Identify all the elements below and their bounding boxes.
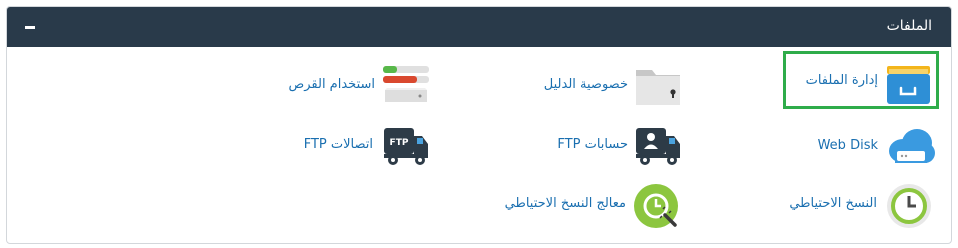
web-disk-label: Web Disk [817, 138, 878, 153]
ftp-accounts-link[interactable]: حسابات FTP [550, 124, 695, 170]
directory-privacy-label: خصوصية الدليل [543, 77, 628, 92]
backup-wizard-icon [632, 183, 680, 229]
ftp-connections-label: اتصالات FTP [303, 137, 373, 152]
ftp-accounts-label: حسابات FTP [557, 137, 628, 152]
backup-icon [885, 183, 933, 229]
minus-icon [25, 26, 35, 29]
file-manager-link[interactable]: إدارة الملفات [790, 60, 935, 106]
directory-privacy-link[interactable]: خصوصية الدليل [530, 64, 695, 110]
ftp-connections-link[interactable]: FTP اتصالات FTP [296, 124, 436, 170]
panel-header: الملفات [7, 7, 951, 47]
ftp-connections-icon: FTP [382, 124, 430, 170]
backup-link[interactable]: النسخ الاحتياطي [779, 183, 939, 229]
disk-usage-label: استخدام القرص [288, 77, 375, 92]
web-disk-link[interactable]: Web Disk [815, 125, 940, 171]
disk-usage-link[interactable]: استخدام القرص [278, 64, 433, 110]
disk-usage-icon [382, 64, 430, 110]
svg-text:FTP: FTP [390, 138, 409, 148]
backup-wizard-label: معالج النسخ الاحتياطي [504, 196, 626, 211]
file-manager-icon [885, 60, 933, 106]
backup-wizard-link[interactable]: معالج النسخ الاحتياطي [488, 183, 688, 229]
backup-label: النسخ الاحتياطي [789, 196, 877, 211]
web-disk-icon [885, 125, 935, 171]
ftp-accounts-icon [634, 124, 682, 170]
collapse-button[interactable] [21, 19, 41, 35]
panel-title: الملفات [886, 18, 932, 34]
file-manager-label: إدارة الملفات [805, 73, 878, 88]
folder-lock-icon [634, 64, 682, 110]
